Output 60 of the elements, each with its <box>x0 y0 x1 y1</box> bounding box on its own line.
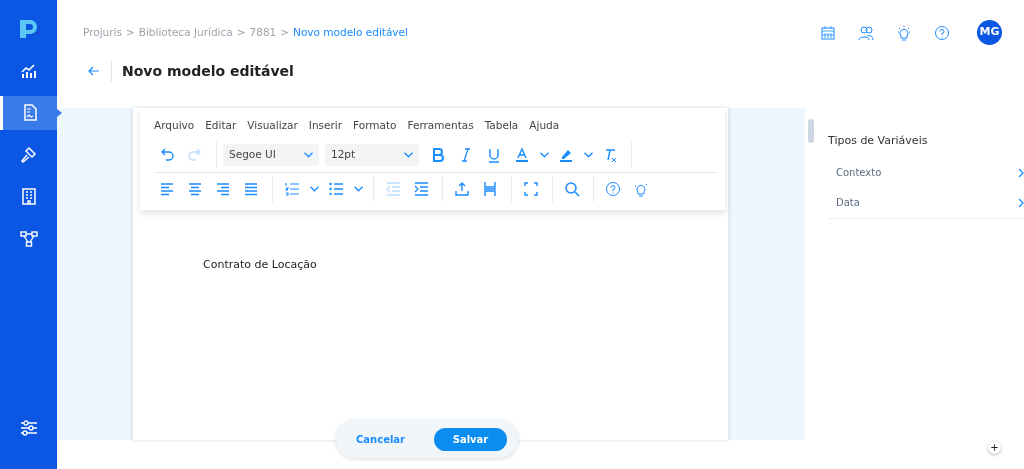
caret-icon <box>583 151 593 158</box>
caret-icon <box>304 151 313 158</box>
lightbulb-icon <box>633 181 649 198</box>
users-icon <box>858 24 874 41</box>
justify-icon <box>243 181 259 198</box>
fullscreen-icon <box>523 181 539 198</box>
search-icon <box>564 181 580 198</box>
breadcrumb-separator: > <box>236 24 246 40</box>
panel-title: Tipos de Variáveis <box>828 133 929 149</box>
building-icon <box>19 188 38 206</box>
menu-item[interactable]: Tabela <box>484 118 519 134</box>
breadcrumb-separator: > <box>280 24 290 40</box>
caret-icon <box>353 186 363 193</box>
user-avatar[interactable]: MG <box>977 20 1002 45</box>
variable-category-item[interactable]: Data <box>828 187 1024 218</box>
menu-item[interactable]: Ferramentas <box>407 118 474 134</box>
settings-icon <box>19 419 38 437</box>
document-icon <box>21 104 39 122</box>
document-text: Contrato de Locação <box>203 256 318 273</box>
page-break-icon <box>482 181 498 198</box>
scrollbar[interactable] <box>808 119 814 143</box>
text-color-icon <box>514 146 530 163</box>
dropdown-select[interactable]: Segoe UI <box>223 143 319 166</box>
menu-item[interactable]: Inserir <box>308 118 343 134</box>
variable-category-item[interactable]: Contexto <box>828 157 1024 188</box>
bullet-list-icon <box>328 181 344 198</box>
undo-icon <box>159 146 175 163</box>
help-icon <box>605 181 621 198</box>
menu-item[interactable]: Editar <box>205 118 237 134</box>
menu-item[interactable]: Ajuda <box>529 118 560 134</box>
breadcrumb-separator: > <box>125 24 135 40</box>
underline-icon <box>486 146 502 163</box>
caret-icon <box>309 186 319 193</box>
caret-icon <box>404 151 413 158</box>
menu-item[interactable]: Visualizar <box>247 118 298 134</box>
lightbulb-icon <box>896 24 912 41</box>
dropdown-select[interactable]: 12pt <box>325 143 419 166</box>
bold-icon <box>430 146 446 163</box>
indent-icon <box>413 181 429 198</box>
caret-icon <box>539 151 549 158</box>
outdent-icon <box>385 181 401 198</box>
align-center-icon <box>187 181 203 198</box>
chart-icon <box>19 62 38 80</box>
breadcrumb-link[interactable]: Novo modelo editável <box>293 24 408 41</box>
menu-item[interactable]: Arquivo <box>154 118 195 134</box>
chevron-right-icon <box>1018 168 1024 178</box>
gavel-icon <box>19 146 38 164</box>
network-icon <box>19 230 38 248</box>
page-title: Novo modelo editável <box>122 61 294 81</box>
back-arrow-icon <box>88 66 100 76</box>
help-icon <box>934 24 950 41</box>
add-button[interactable]: + <box>988 441 1001 454</box>
numbered-list-icon <box>284 181 300 198</box>
upload-icon <box>454 181 470 198</box>
calendar-icon <box>820 24 836 41</box>
menu-item[interactable]: Formato <box>353 118 397 134</box>
align-left-icon <box>159 181 175 198</box>
chevron-right-icon <box>1018 198 1024 208</box>
redo-icon <box>187 146 203 163</box>
align-right-icon <box>215 181 231 198</box>
